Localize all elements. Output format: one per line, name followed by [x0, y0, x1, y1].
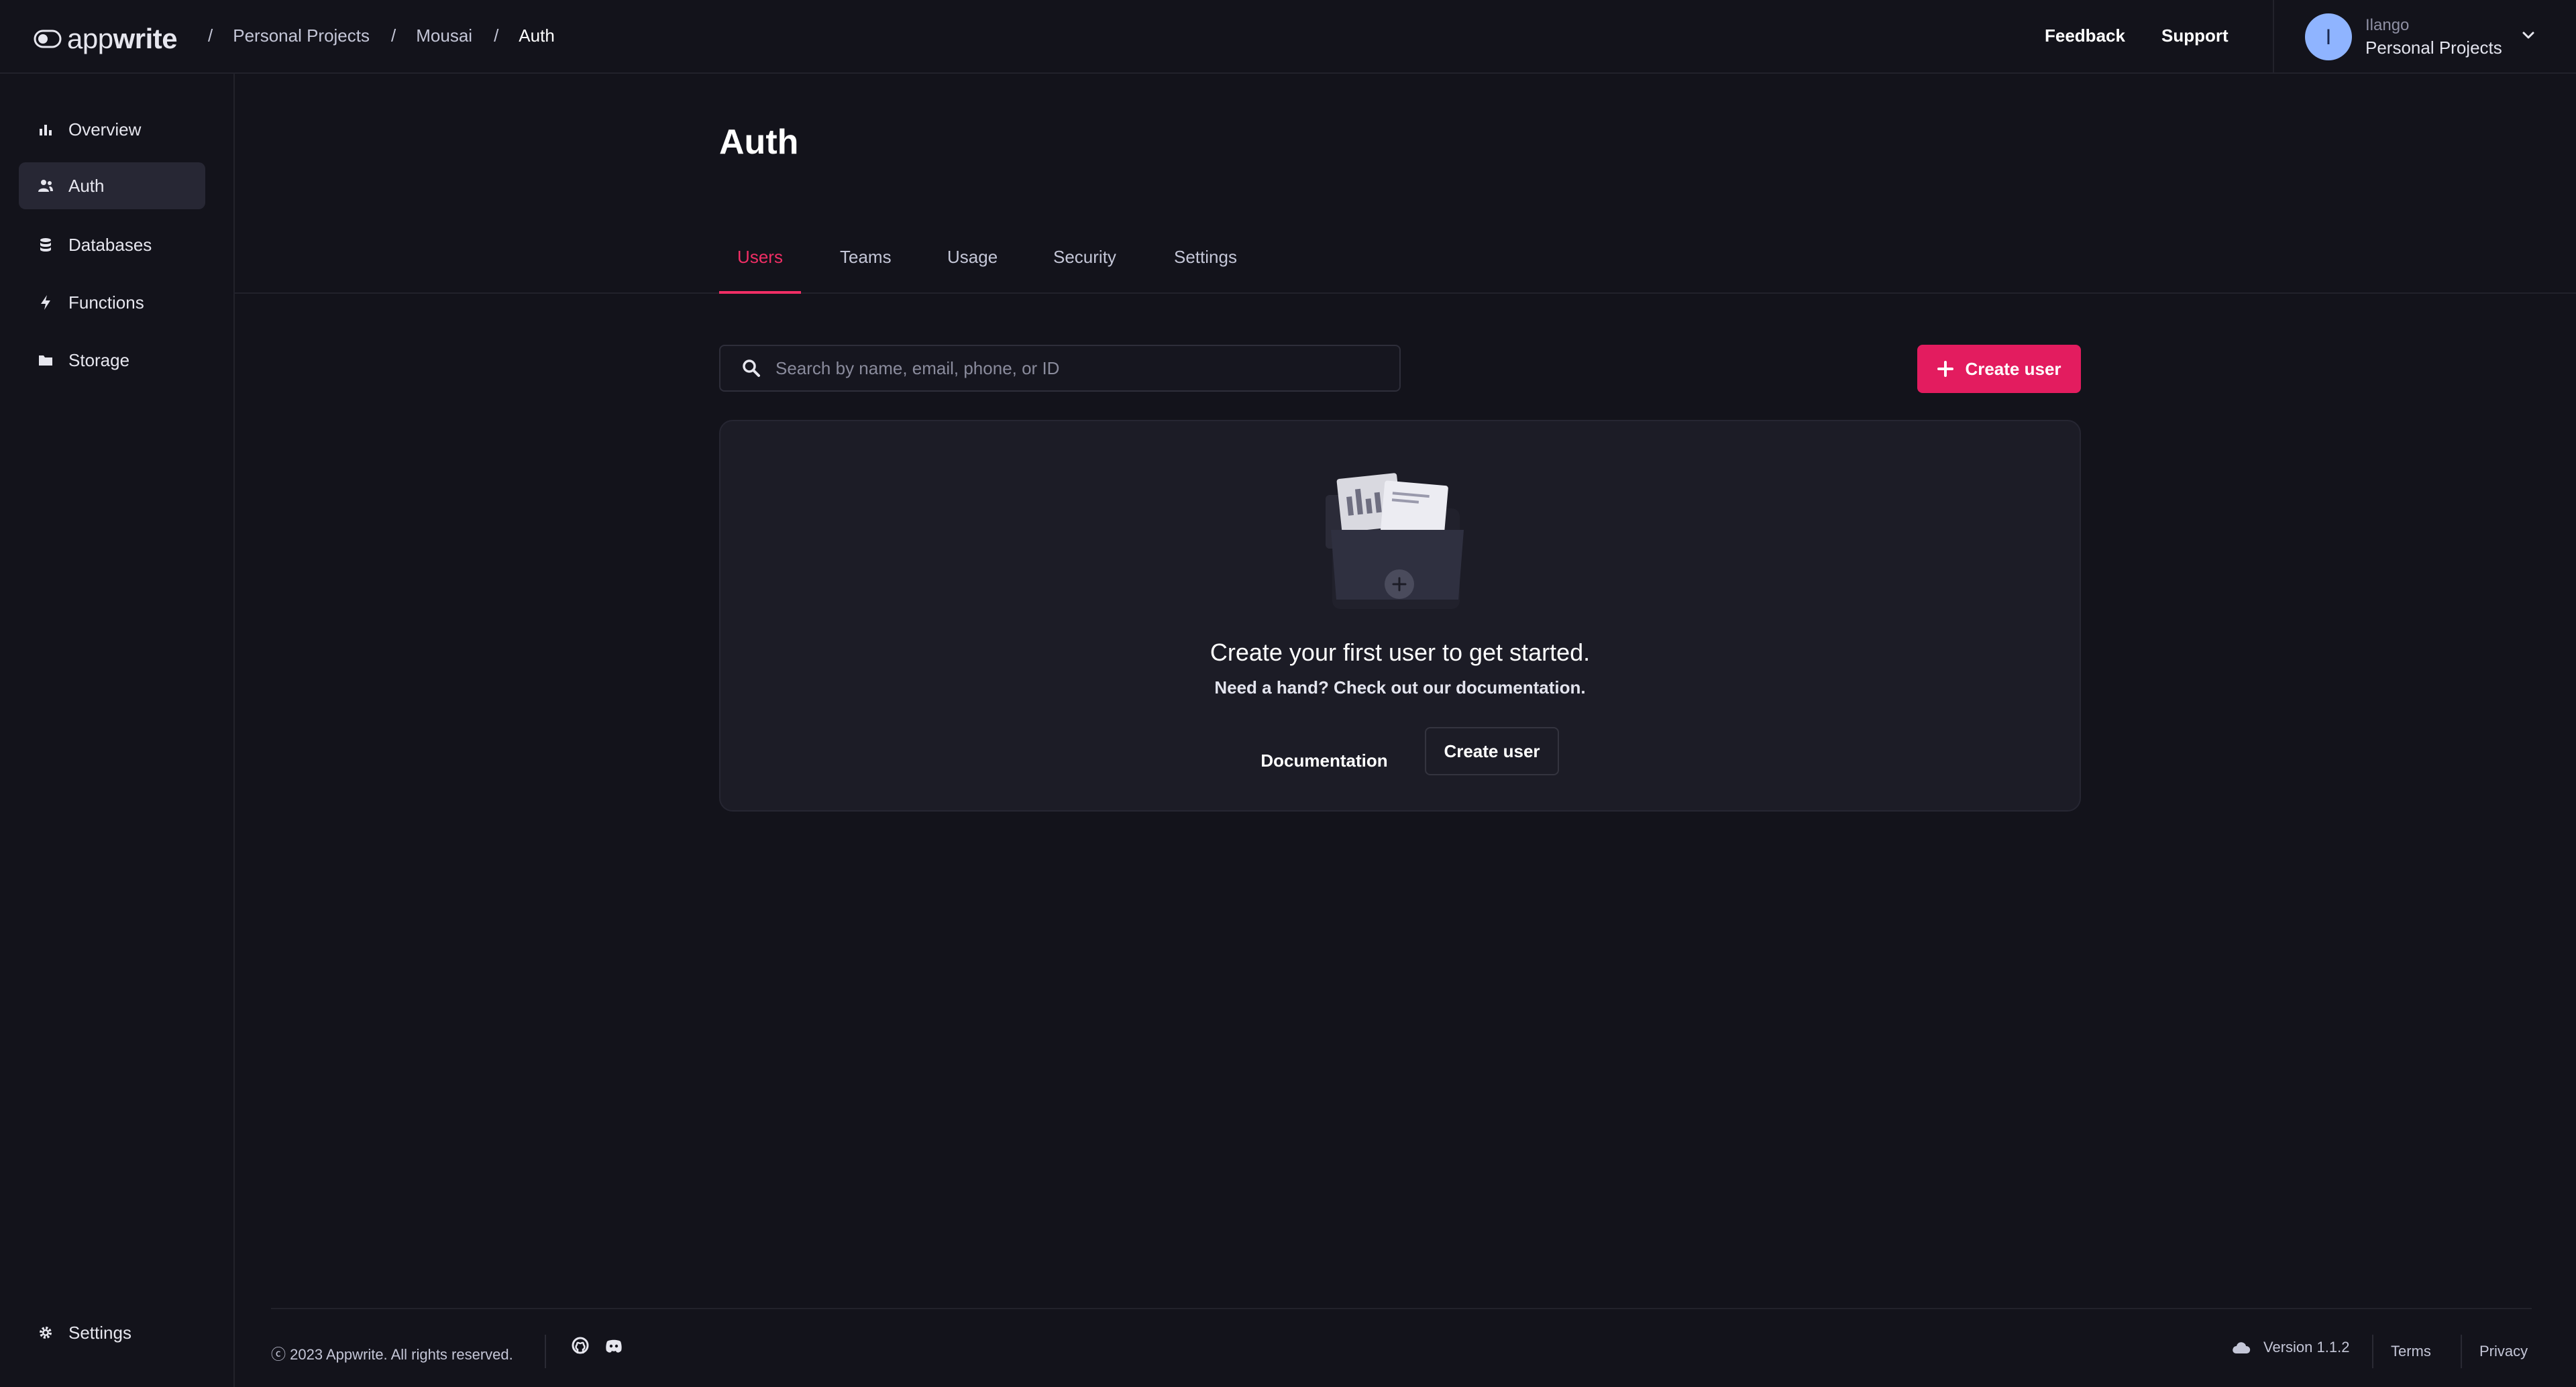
top-header: appwrite / Personal Projects / Mousai / …: [0, 0, 2576, 74]
sidebar-item-label: Storage: [68, 349, 130, 370]
terms-link[interactable]: Terms: [2391, 1343, 2431, 1360]
sidebar-item-label: Databases: [68, 234, 152, 255]
version-info: Version 1.1.2: [2231, 1339, 2349, 1356]
appwrite-logo-icon: [34, 30, 62, 48]
tab-bar: Users Teams Usage Security Settings: [235, 227, 2576, 294]
search-input[interactable]: [775, 357, 1379, 379]
tab-settings[interactable]: Settings: [1174, 247, 1237, 294]
footer-divider-vertical: [2372, 1335, 2373, 1368]
support-button[interactable]: Support: [2161, 25, 2229, 46]
sidebar-item-databases[interactable]: Databases: [19, 221, 205, 268]
search-icon: [741, 357, 762, 379]
sidebar-item-auth[interactable]: Auth: [19, 162, 205, 209]
breadcrumb-auth[interactable]: Auth: [519, 25, 555, 46]
empty-state-subtitle: Need a hand? Check out our documentation…: [1214, 677, 1586, 698]
sidebar-item-storage[interactable]: Storage: [19, 337, 205, 384]
bar-chart-icon: [38, 121, 54, 137]
github-icon[interactable]: [570, 1336, 590, 1356]
breadcrumb-personal-projects[interactable]: Personal Projects: [233, 25, 370, 46]
search-box[interactable]: [719, 345, 1401, 392]
footer-divider-vertical: [2461, 1335, 2462, 1368]
tab-usage[interactable]: Usage: [947, 247, 998, 294]
chevron-down-icon[interactable]: [2518, 25, 2538, 46]
logo-text: appwrite: [67, 23, 178, 54]
empty-folder-illustration: [1326, 473, 1464, 609]
breadcrumb-mousai[interactable]: Mousai: [416, 25, 472, 46]
copyright: ⓒ 2023 Appwrite. All rights reserved.: [271, 1346, 513, 1363]
page-title: Auth: [719, 123, 799, 162]
sidebar-item-label: Overview: [68, 119, 142, 140]
empty-state-title: Create your first user to get started.: [1210, 639, 1591, 666]
sidebar-item-label: Auth: [68, 175, 105, 196]
breadcrumb: / Personal Projects / Mousai / Auth: [208, 25, 555, 46]
sidebar-item-functions[interactable]: Functions: [19, 279, 205, 326]
user-organization: Personal Projects: [2365, 38, 2502, 58]
privacy-link[interactable]: Privacy: [2479, 1343, 2528, 1360]
sidebar-item-label: Functions: [68, 292, 144, 313]
cloud-icon: [2233, 1342, 2251, 1353]
sidebar-item-settings[interactable]: Settings: [19, 1309, 205, 1356]
sidebar-item-label: Settings: [68, 1322, 131, 1343]
users-icon: [38, 178, 54, 194]
folder-icon: [38, 352, 54, 368]
feedback-button[interactable]: Feedback: [2045, 25, 2125, 46]
lightning-icon: [38, 294, 54, 311]
gear-icon: [38, 1325, 54, 1341]
header-divider: [2273, 0, 2274, 72]
footer-divider: [271, 1308, 2532, 1309]
tab-teams[interactable]: Teams: [840, 247, 892, 294]
footer-divider-vertical: [545, 1335, 546, 1368]
empty-state-create-user-button[interactable]: Create user: [1425, 727, 1559, 775]
tab-security[interactable]: Security: [1053, 247, 1116, 294]
create-user-button-label: Create user: [1965, 358, 2061, 379]
database-icon: [38, 237, 54, 253]
user-name: Ilango: [2365, 16, 2410, 34]
discord-icon[interactable]: [604, 1336, 624, 1356]
avatar[interactable]: I: [2305, 13, 2352, 60]
appwrite-logo[interactable]: appwrite: [34, 23, 178, 55]
empty-state-card: Create your first user to get started. N…: [719, 420, 2081, 812]
sidebar-item-overview[interactable]: Overview: [19, 106, 205, 153]
plus-icon: [1937, 361, 1954, 377]
tab-users[interactable]: Users: [719, 247, 801, 294]
sidebar: Overview Auth Databases Functions Storag…: [0, 74, 235, 1387]
create-user-button[interactable]: Create user: [1917, 345, 2081, 393]
documentation-button[interactable]: Documentation: [1257, 738, 1391, 783]
